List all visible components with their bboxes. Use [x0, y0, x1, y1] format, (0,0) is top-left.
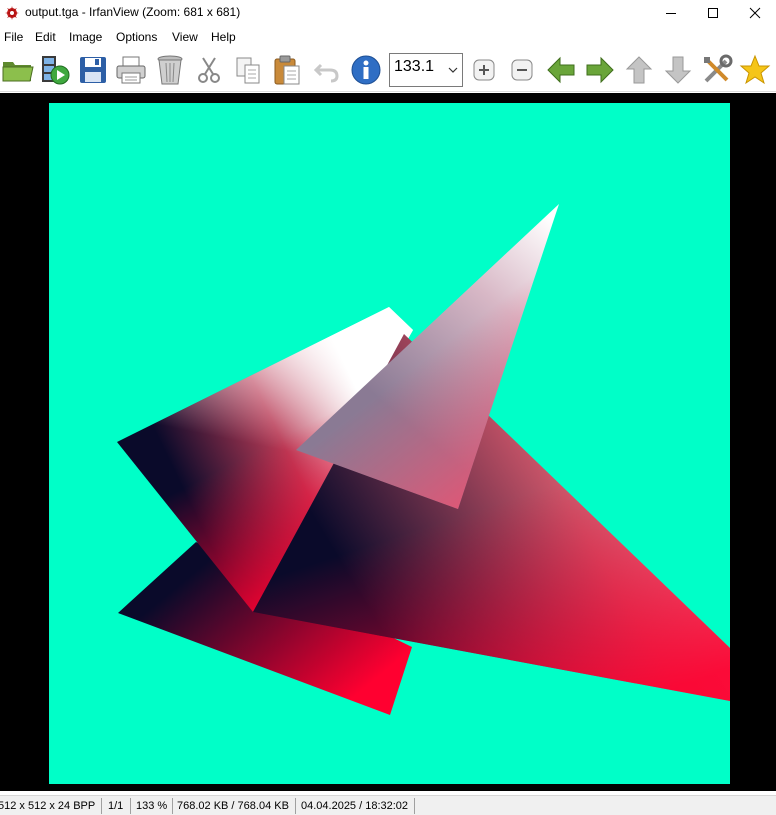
maximize-icon — [708, 8, 718, 18]
menu-file[interactable]: File — [4, 30, 23, 44]
delete-icon[interactable] — [152, 52, 188, 88]
image-viewer[interactable] — [0, 93, 776, 791]
favorite-icon[interactable] — [737, 52, 773, 88]
menu-view[interactable]: View — [172, 30, 198, 44]
save-icon[interactable] — [75, 52, 111, 88]
status-separator — [130, 798, 131, 814]
print-icon[interactable] — [113, 52, 149, 88]
menu-image[interactable]: Image — [69, 30, 102, 44]
info-icon[interactable] — [348, 52, 384, 88]
up-icon[interactable] — [621, 52, 657, 88]
title-bar: output.tga - IrfanView (Zoom: 681 x 681) — [0, 0, 776, 26]
slideshow-icon[interactable] — [37, 52, 73, 88]
menu-options[interactable]: Options — [116, 30, 157, 44]
status-filesize: 768.02 KB / 768.04 KB — [177, 800, 289, 812]
zoom-in-icon[interactable] — [466, 52, 502, 88]
window-title: output.tga - IrfanView (Zoom: 681 x 681) — [25, 5, 241, 19]
status-separator — [101, 798, 102, 814]
next-icon[interactable] — [582, 52, 618, 88]
status-datetime: 04.04.2025 / 18:32:02 — [301, 800, 409, 812]
menu-help[interactable]: Help — [211, 30, 236, 44]
zoom-value[interactable]: 133.1 — [394, 58, 434, 76]
rendered-image — [49, 103, 730, 784]
down-icon[interactable] — [660, 52, 696, 88]
previous-icon[interactable] — [543, 52, 579, 88]
zoom-combobox[interactable]: 133.1 — [389, 53, 463, 87]
status-dimensions: 512 x 512 x 24 BPP — [0, 800, 96, 812]
settings-icon[interactable] — [699, 52, 735, 88]
undo-icon[interactable] — [309, 52, 345, 88]
irfanview-app-icon[interactable] — [4, 5, 20, 21]
status-separator — [172, 798, 173, 814]
cut-icon[interactable] — [191, 52, 227, 88]
status-zoom: 133 % — [136, 800, 168, 812]
status-separator — [414, 798, 415, 814]
minimize-icon — [666, 13, 676, 14]
image-canvas — [49, 103, 730, 784]
menu-bar: File Edit Image Options View Help — [0, 26, 776, 48]
copy-icon[interactable] — [230, 52, 266, 88]
status-bar: 512 x 512 x 24 BPP 1/1 133 % 768.02 KB /… — [0, 795, 776, 815]
close-icon — [749, 7, 761, 19]
status-separator — [295, 798, 296, 814]
close-button[interactable] — [734, 0, 776, 26]
maximize-button[interactable] — [692, 0, 734, 26]
open-folder-icon[interactable] — [0, 52, 36, 88]
toolbar: 133.1 — [0, 48, 776, 92]
chevron-down-icon[interactable] — [448, 66, 458, 74]
minimize-button[interactable] — [650, 0, 692, 26]
menu-edit[interactable]: Edit — [35, 30, 56, 44]
paste-icon[interactable] — [269, 52, 305, 88]
status-page: 1/1 — [108, 800, 124, 812]
zoom-out-icon[interactable] — [504, 52, 540, 88]
